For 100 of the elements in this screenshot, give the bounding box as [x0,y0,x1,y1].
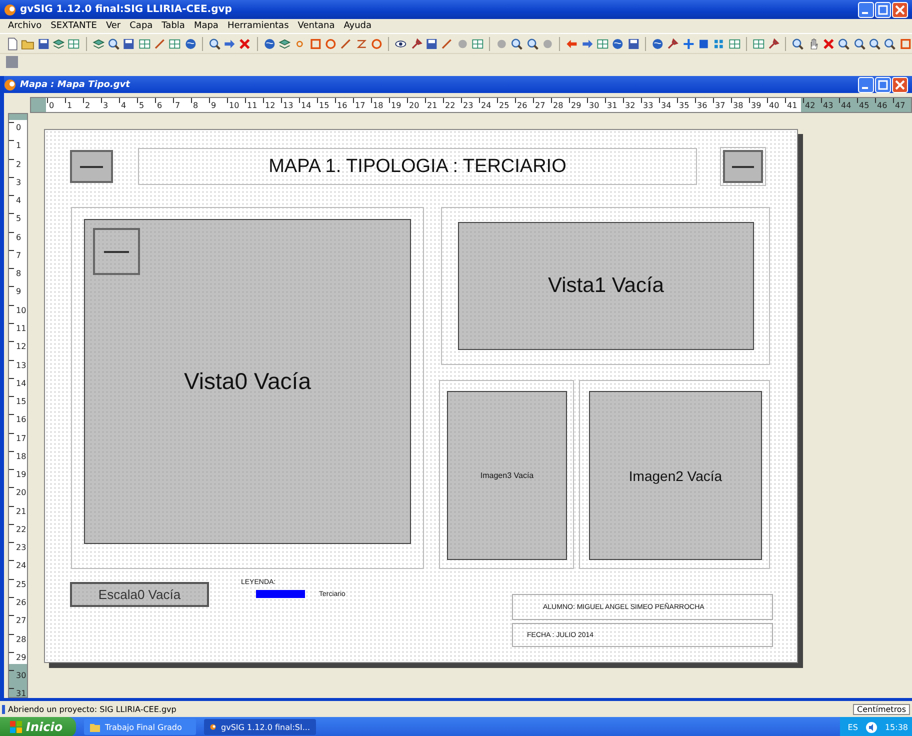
ruler-label: 41 [787,101,798,110]
ruler-label: 5 [139,101,144,110]
ruler-label: 32 [625,101,636,110]
ruler-label: 22 [16,524,26,534]
ruler-label: 18 [16,452,26,461]
ruler-label: 19 [391,101,402,110]
ruler-label: 11 [16,324,26,333]
ruler-label: 27 [535,101,546,110]
ruler-label: 14 [16,378,26,388]
ruler-label: 7 [175,101,180,110]
menu-item[interactable]: Ventana [294,21,339,31]
ruler-label: 5 [16,214,22,224]
ruler-label: 16 [337,101,348,110]
ruler-label: 8 [16,269,22,278]
ruler-label: 42 [805,101,816,110]
info-icon [2,704,5,714]
start-button[interactable]: Inicio [0,717,76,736]
ruler-label: 12 [16,342,26,352]
ruler-label: 38 [733,101,744,110]
view-frame: Vista0 Vacía [84,219,411,544]
ruler-label: 4 [121,101,126,110]
speaker-icon[interactable] [866,722,877,732]
ruler-label: 3 [16,178,22,187]
menu-item[interactable]: SEXTANTE [46,21,101,31]
ruler-label: 31 [16,689,26,697]
ruler-label: 35 [679,101,690,110]
ruler-label: 15 [319,101,330,110]
ruler-label: 6 [157,101,162,110]
ruler-label: 16 [16,415,26,424]
ruler-label: 39 [751,101,762,110]
image-frame [723,150,763,183]
ruler-label: 26 [517,101,528,110]
ruler-label: 9 [211,101,216,110]
minimize-icon[interactable] [858,2,874,18]
ruler-label: 0 [49,101,54,110]
app-icon [4,4,16,16]
ruler-label: 45 [859,101,870,110]
ruler-label: 21 [16,506,26,516]
ruler-label: 11 [247,101,258,110]
ruler-label: 22 [445,101,456,110]
ruler-label: 24 [16,561,26,570]
ruler-label: 23 [463,101,474,110]
ruler-highlight [9,664,27,697]
menu-item[interactable]: Archivo [4,21,46,31]
ruler-label: 4 [16,196,22,206]
close-icon[interactable] [892,76,908,92]
map-title: MAPA 1. TIPOLOGIA : TERCIARIO [138,148,697,185]
ruler-label: 28 [16,634,26,644]
ruler-label: 30 [589,101,600,110]
ruler-label: 31 [607,101,618,110]
ruler-label: 13 [283,101,294,110]
ruler-label: 46 [877,101,888,110]
close-icon[interactable] [892,2,908,18]
ruler-label: 13 [16,360,26,370]
ruler-label: 20 [16,488,26,498]
ruler-label: 23 [16,543,26,552]
menu-item[interactable]: Ayuda [340,21,376,31]
image-frame: Imagen3 Vacía [447,391,567,560]
ruler-label: 17 [16,434,26,443]
menu-item[interactable]: Tabla [158,21,189,31]
menu-item[interactable]: Herramientas [223,21,293,31]
menu-item[interactable]: Ver [102,21,125,31]
scale-bar: Escala0 Vacía [70,582,209,607]
ruler-label: 15 [16,397,26,406]
menu-item[interactable]: Capa [126,21,157,31]
ruler-label: 18 [373,101,384,110]
ruler-label: 29 [16,652,26,662]
ruler-label: 1 [67,101,72,110]
ruler-label: 28 [553,101,564,110]
taskbar-button[interactable]: gvSIG 1.12.0 final:SI... [204,719,316,735]
image-frame [93,228,140,275]
ruler-label: 27 [16,616,26,626]
ruler-label: 8 [193,101,198,110]
ruler-label: 10 [229,101,240,110]
ruler-label: 20 [409,101,420,110]
ruler-label: 7 [16,250,22,260]
ruler-label: 10 [16,306,26,315]
ruler-label: 30 [16,671,26,680]
minimize-icon[interactable] [858,76,874,92]
ruler-label: 19 [16,470,26,480]
maximize-icon[interactable] [875,76,891,92]
menu-item[interactable]: Mapa [190,21,222,31]
ruler-label: 6 [16,232,22,242]
ruler-label: 3 [103,101,108,110]
windows-logo-icon [10,721,22,733]
maximize-icon[interactable] [875,2,891,18]
ruler-label: 43 [823,101,834,110]
ruler-label: 47 [895,101,906,110]
ruler-label: 2 [16,160,22,169]
units-field[interactable]: Centímetros [853,704,910,714]
taskbar-button[interactable]: Trabajo Final Grado [84,719,196,735]
ruler-label: 34 [661,101,672,110]
document-icon[interactable] [6,36,20,52]
window-title: gvSIG 1.12.0 final:SIG LLIRIA-CEE.gvp [20,4,233,15]
clock: 15:38 [884,722,908,732]
app-icon [4,78,16,90]
ruler-label: 33 [643,101,654,110]
ruler-label: 25 [16,580,26,589]
ruler-label: 14 [301,101,312,110]
status-message: Abriendo un proyecto: SIG LLIRIA-CEE.gvp [8,704,178,714]
